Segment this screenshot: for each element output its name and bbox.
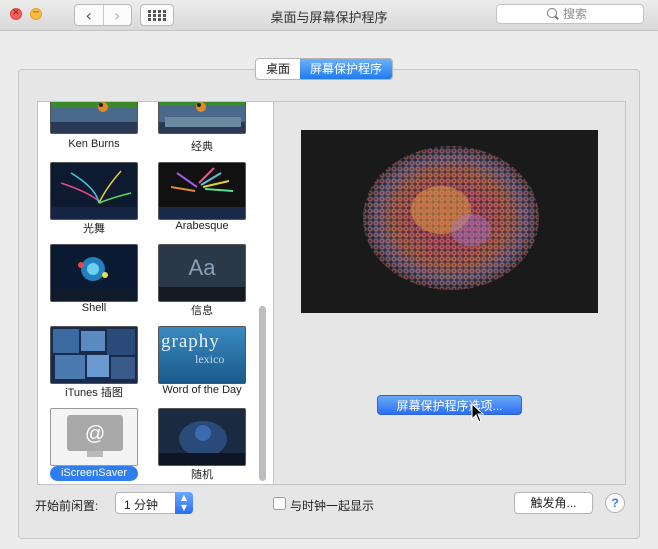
search-input[interactable] [563,7,633,21]
screensaver-thumb-itunes-artwork[interactable] [50,326,138,384]
iscreensaver-thumbnail: @ [67,415,123,457]
list-scrollbar[interactable] [259,306,266,481]
shell-thumbnail [51,257,137,301]
tab-control: 桌面 屏幕保护程序 [255,58,394,80]
screensaver-thumb-message[interactable]: Aa [158,244,246,302]
screensaver-label: 经典 [191,141,213,153]
screensaver-list[interactable]: Ken Burns 经典 光舞 Arabesque Shell Aa 信息 iT… [37,101,274,485]
up-down-arrows-icon: ▲ ▼ [175,492,193,514]
title-bar: × − ‹ › 桌面与屏幕保护程序 [0,0,658,31]
tab-screensaver[interactable]: 屏幕保护程序 [300,59,393,79]
screensaver-label: 光舞 [83,223,105,235]
message-thumbnail-text: Aa [188,255,216,280]
screensaver-thumb-flurry[interactable] [50,162,138,220]
classic-thumbnail [165,102,241,127]
ken-burns-thumbnail [98,102,108,112]
tab-desktop[interactable]: 桌面 [256,59,300,79]
screensaver-thumb-classic[interactable] [158,102,246,134]
show-with-clock-label[interactable]: 与时钟一起显示 [290,497,374,514]
screensaver-label: Shell [81,302,107,314]
random-thumbnail [159,421,245,465]
screensaver-thumb-arabesque[interactable] [158,162,246,220]
screensaver-label-selected: iScreenSaver [50,466,138,481]
screensaver-label: iTunes 插图 [65,387,123,399]
back-forward-buttons: ‹ › [74,4,132,26]
screensaver-thumb-word-of-the-day[interactable]: graphy lexico [158,326,246,384]
screensaver-thumb-ken-burns[interactable] [50,102,138,134]
screensaver-label: 信息 [191,305,213,317]
show-all-grid-icon [148,9,166,21]
screensaver-label: Ken Burns [68,138,120,150]
svg-text:@: @ [85,423,105,445]
forward-button[interactable]: › [102,5,132,25]
screensaver-label: Arabesque [175,220,229,232]
close-icon: × [11,7,21,18]
word-thumbnail-subtext: lexico [195,352,225,366]
start-after-value: 1 分钟 [124,498,159,512]
screensaver-label: 随机 [191,469,213,481]
back-button[interactable]: ‹ [75,5,103,25]
hot-corners-button[interactable]: 触发角... [514,492,593,514]
screensaver-thumb-random[interactable] [158,408,246,466]
screensaver-thumb-iscreensaver[interactable]: @ [50,408,138,466]
screensaver-thumb-shell[interactable] [50,244,138,302]
help-button[interactable]: ? [605,493,625,513]
chevron-left-icon: ‹ [85,5,92,25]
screensaver-options-button[interactable]: 屏幕保护程序选项... [377,395,522,415]
show-all-button[interactable] [140,4,174,26]
word-thumbnail-text: graphy [161,331,220,352]
minimize-icon: − [31,7,41,18]
arabesque-thumbnail [159,167,245,219]
search-icon [547,8,557,18]
minimize-window-button[interactable]: − [30,7,42,20]
system-preferences-window: × − ‹ › 桌面与屏幕保护程序 桌面 屏幕保护程序 Ken Burn [0,0,658,549]
start-after-popup[interactable]: 1 分钟 ▲ ▼ [115,492,193,514]
search-field[interactable] [496,4,644,24]
itunes-artwork-thumbnail [53,329,135,379]
chevron-right-icon: › [114,5,121,25]
screensaver-label: Word of the Day [162,384,242,396]
screensaver-preview [301,130,598,313]
mouse-cursor-icon [471,403,485,423]
show-with-clock-checkbox[interactable] [273,497,286,510]
flurry-thumbnail [51,170,137,219]
close-window-button[interactable]: × [10,7,22,20]
start-after-label: 开始前闲置: [35,499,99,513]
preview-artwork [363,146,539,290]
